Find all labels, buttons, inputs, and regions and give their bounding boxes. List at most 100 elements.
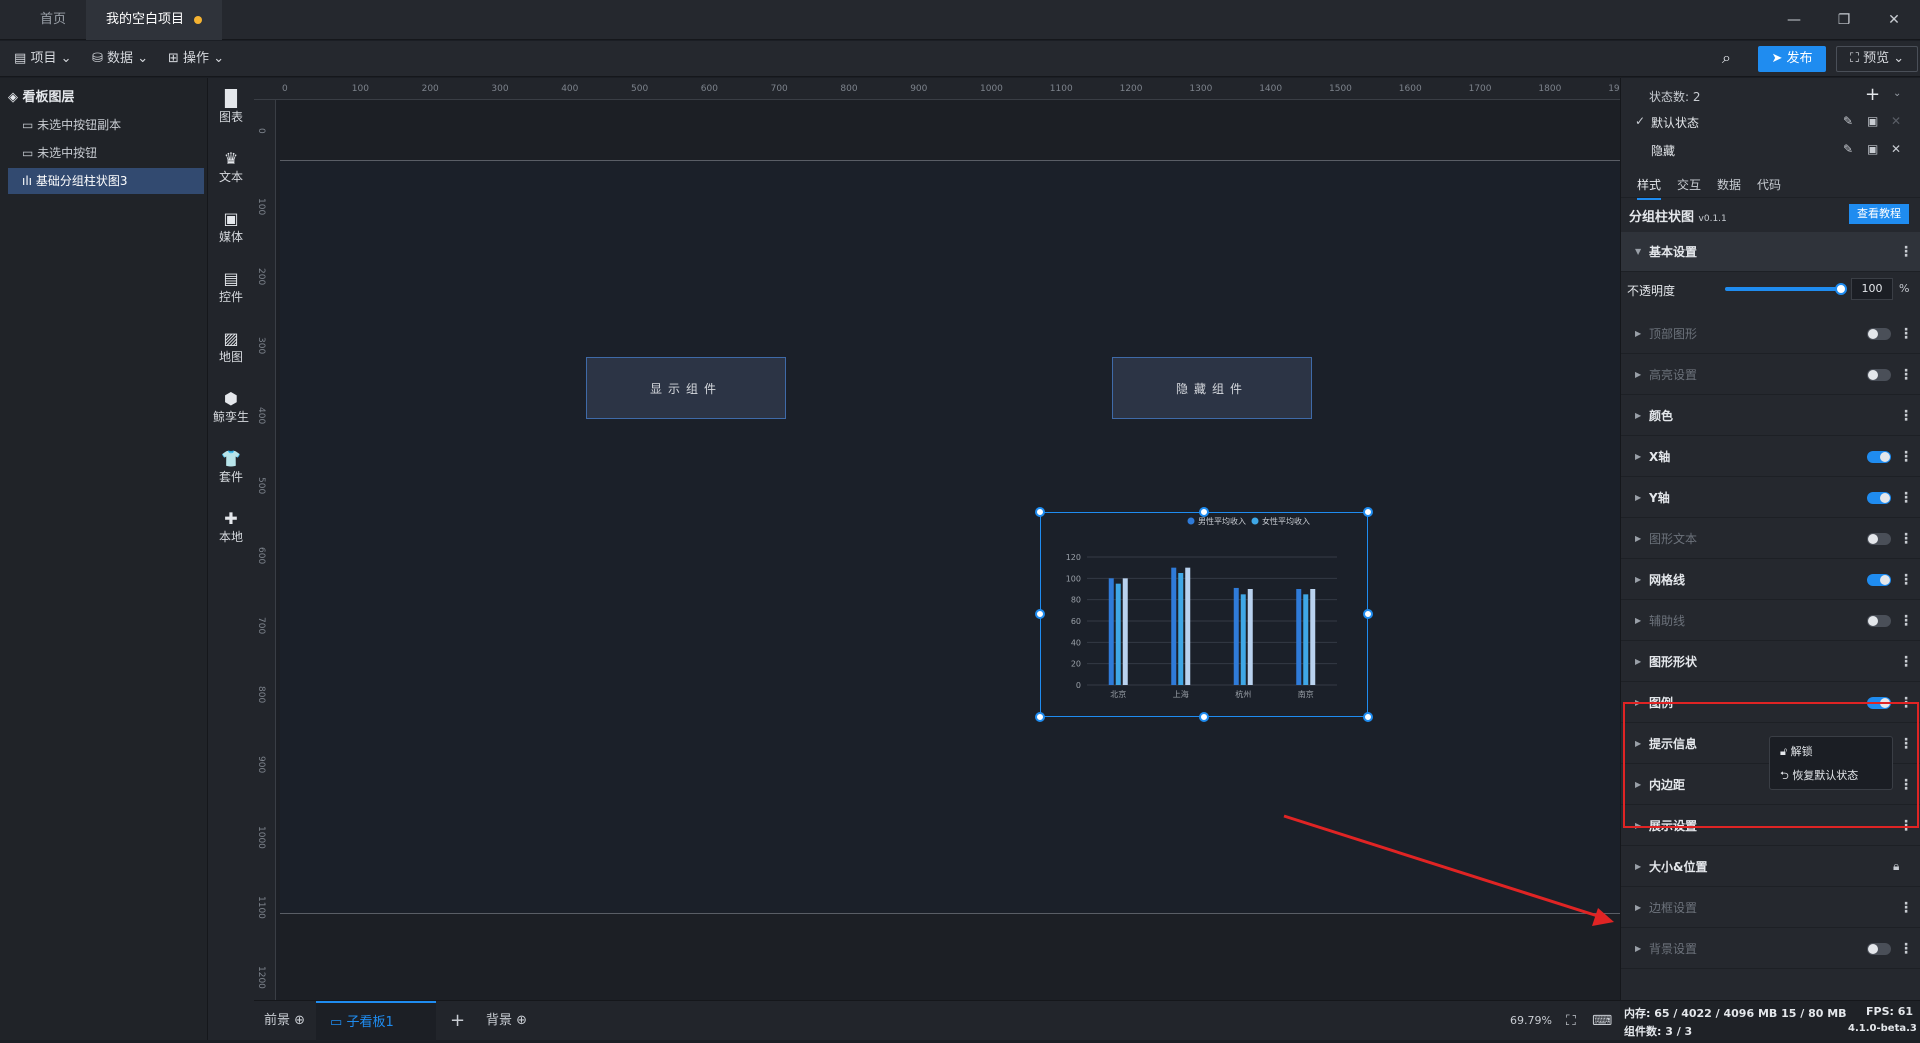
tab-interaction[interactable]: 交互 <box>1677 176 1701 193</box>
more-icon[interactable]: ⋮ <box>1899 929 1913 969</box>
hide-component-button[interactable]: 隐藏组件 <box>1112 357 1312 419</box>
restore-icon[interactable]: ❐ <box>1828 8 1860 32</box>
tool-local[interactable]: ✚ 本地 <box>208 510 254 545</box>
publish-button[interactable]: ➤ 发布 <box>1758 46 1826 72</box>
more-icon[interactable]: ⋮ <box>1899 642 1913 682</box>
state-item-default[interactable]: ✓ 默认状态 ✎ ▣ ✕ <box>1621 108 1920 136</box>
dashboard-board[interactable]: 显示组件 隐藏组件 <box>280 160 1620 914</box>
menu-item-reset[interactable]: ⮌ 恢复默认状态 <box>1780 767 1858 786</box>
keyboard-icon[interactable]: ⌨ <box>1592 1001 1612 1041</box>
tool-map[interactable]: ▨ 地图 <box>208 330 254 365</box>
more-icon[interactable]: ⋮ <box>1899 601 1913 641</box>
delete-icon[interactable]: ✕ <box>1891 142 1901 156</box>
edit-icon[interactable]: ✎ <box>1843 114 1853 128</box>
resize-handle[interactable] <box>1363 507 1373 517</box>
more-icon[interactable]: ⋮ <box>1899 519 1913 559</box>
chevron-down-icon[interactable]: ⌄ <box>1893 88 1901 99</box>
layer-item-selected[interactable]: ılı 基础分组柱状图3 <box>8 168 204 194</box>
more-icon[interactable]: ⋮ <box>1899 355 1913 395</box>
tool-control[interactable]: ▤ 控件 <box>208 270 254 305</box>
menu-data[interactable]: ⛁ 数据 ⌄ <box>86 47 154 71</box>
grouped-bar-chart[interactable]: 0 20 40 60 80 100 120 北京 上海 杭州 南京 男性平均收入 女性平均收入 <box>1040 512 1368 717</box>
more-icon[interactable]: ⋮ <box>1899 478 1913 518</box>
resize-handle[interactable] <box>1199 507 1209 517</box>
delete-icon[interactable]: ✕ <box>1891 114 1901 128</box>
tab-style[interactable]: 样式 <box>1637 176 1662 200</box>
tool-chart[interactable]: ▐▌ 图表 <box>208 90 254 125</box>
section-row[interactable]: ▶ 背景设置 ⋮ <box>1621 929 1920 969</box>
menu-item-unlock[interactable]: 🔓︎ 解锁 <box>1780 743 1813 759</box>
preview-button[interactable]: ⛶ 预览 ⌄ <box>1836 46 1918 72</box>
tab-background[interactable]: 背景 ⊕ <box>486 1001 527 1041</box>
tab-data[interactable]: 数据 <box>1717 176 1741 193</box>
section-toggle[interactable] <box>1867 943 1891 955</box>
opacity-input[interactable]: 100 <box>1851 278 1893 300</box>
resize-handle[interactable] <box>1199 712 1209 722</box>
close-icon[interactable]: ✕ <box>1878 8 1910 32</box>
fit-screen-icon[interactable]: ⛶ <box>1566 1001 1576 1041</box>
section-row[interactable]: ▶ 顶部图形 ⋮ <box>1621 314 1920 354</box>
section-row[interactable]: ▶ X轴 ⋮ <box>1621 437 1920 477</box>
tab-foreground[interactable]: 前景 ⊕ <box>264 1001 305 1041</box>
minimize-icon[interactable]: — <box>1778 8 1810 32</box>
tab-code[interactable]: 代码 <box>1757 176 1781 193</box>
resize-handle[interactable] <box>1035 712 1045 722</box>
more-icon[interactable]: ⋮ <box>1899 314 1913 354</box>
ruler-top[interactable]: 0 100 200 300 400 500 600 700 800 900 1000 1100 1200… <box>254 78 1631 100</box>
copy-icon[interactable]: ▣ <box>1867 142 1878 156</box>
resize-handle[interactable] <box>1035 507 1045 517</box>
add-state-icon[interactable]: + <box>1865 84 1880 105</box>
section-row[interactable]: ▶ 图形文本 ⋮ <box>1621 519 1920 559</box>
section-toggle[interactable] <box>1867 615 1891 627</box>
section-row[interactable]: ▶ 图形形状 ⋮ <box>1621 642 1920 682</box>
layer-item[interactable]: ▭ 未选中按钮副本 <box>8 112 204 138</box>
menu-project[interactable]: ▤ 项目 ⌄ <box>8 47 78 71</box>
more-icon[interactable]: ⋮ <box>1899 396 1913 436</box>
ruler-left[interactable]: 0 100 200 300 400 500 600 700 800 900 1000 1100 1200 <box>254 100 276 1000</box>
copy-icon[interactable]: ▣ <box>1867 114 1878 128</box>
view-tutorial-button[interactable]: 查看教程 <box>1849 204 1909 224</box>
canvas-area[interactable]: 0 100 200 300 400 500 600 700 800 900 1000 1100 1200… <box>254 78 1631 1000</box>
resize-handle[interactable] <box>1363 609 1373 619</box>
section-row[interactable]: ▶ Y轴 ⋮ <box>1621 478 1920 518</box>
more-icon[interactable]: ⋮ <box>1899 888 1913 928</box>
section-row[interactable]: ▶ 边框设置 ⋮ <box>1621 888 1920 928</box>
section-toggle[interactable] <box>1867 574 1891 586</box>
section-toggle[interactable] <box>1867 533 1891 545</box>
more-icon[interactable]: ⋮ <box>1899 560 1913 600</box>
more-icon[interactable]: ⋮ <box>1899 437 1913 477</box>
section-row[interactable]: ▶ 颜色 ⋮ <box>1621 396 1920 436</box>
section-toggle[interactable] <box>1867 451 1891 463</box>
tool-kit[interactable]: 👕 套件 <box>208 450 254 485</box>
resize-handle[interactable] <box>1035 609 1045 619</box>
lock-icon[interactable]: 🔒︎ <box>1893 859 1899 874</box>
tab-board[interactable]: ▭ 子看板1 <box>316 1001 436 1041</box>
resize-handle[interactable] <box>1363 712 1373 722</box>
tab-home[interactable]: 首页 <box>20 0 86 40</box>
tool-text[interactable]: ♛ 文本 <box>208 150 254 185</box>
search-icon[interactable]: ⌕ <box>1722 48 1731 68</box>
zoom-level[interactable]: 69.79% <box>1510 1001 1552 1041</box>
section-basic[interactable]: ▼ 基本设置 ⋮ <box>1621 232 1920 272</box>
edit-icon[interactable]: ✎ <box>1843 142 1853 156</box>
tab-project[interactable]: 我的空白项目 <box>86 0 223 40</box>
section-toggle[interactable] <box>1867 492 1891 504</box>
add-board-icon[interactable]: + <box>450 1001 465 1041</box>
layer-item[interactable]: ▭ 未选中按钮 <box>8 140 204 166</box>
menu-operate[interactable]: ⊞ 操作 ⌄ <box>162 47 230 71</box>
section-toggle[interactable] <box>1867 328 1891 340</box>
section-toggle[interactable] <box>1867 369 1891 381</box>
more-icon[interactable]: ⋮ <box>1899 232 1913 272</box>
opacity-slider-track[interactable] <box>1725 283 1847 295</box>
section-row[interactable]: ▶ 大小&位置 🔒︎ <box>1621 847 1920 887</box>
section-row[interactable]: ▶ 网格线 ⋮ <box>1621 560 1920 600</box>
section-row[interactable]: ▶ 高亮设置 ⋮ <box>1621 355 1920 395</box>
show-component-button[interactable]: 显示组件 <box>586 357 786 419</box>
section-row[interactable]: ▶ 辅助线 ⋮ <box>1621 601 1920 641</box>
y-tick-label: 40 <box>1071 638 1081 647</box>
ruler-tick-label: 1800 <box>1538 84 1562 94</box>
opacity-slider-knob[interactable] <box>1835 283 1847 295</box>
tool-twin[interactable]: ⬢ 鲸孪生 <box>208 390 254 425</box>
state-item-hidden[interactable]: 隐藏 ✎ ▣ ✕ <box>1621 136 1920 164</box>
tool-media[interactable]: ▣ 媒体 <box>208 210 254 245</box>
